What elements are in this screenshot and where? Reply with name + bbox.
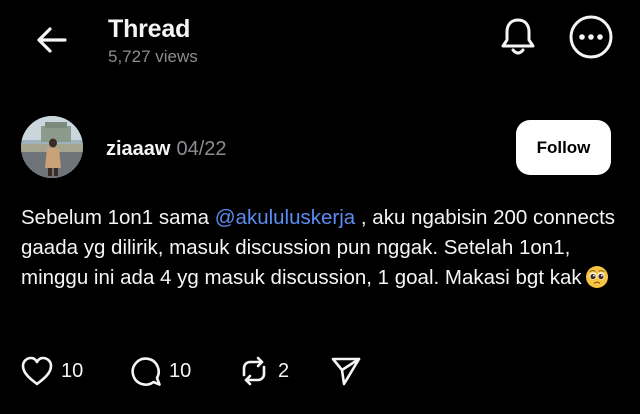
avatar[interactable]: [21, 116, 83, 178]
thread-screen: Thread 5,727 views ziaaaw 04/22 Follow S…: [0, 0, 640, 414]
view-count: 5,727 views: [108, 47, 198, 66]
username[interactable]: ziaaaw: [106, 138, 170, 160]
arrow-left-icon: [37, 27, 67, 53]
follow-button[interactable]: Follow: [516, 120, 611, 175]
post-text-part: Sebelum 1on1 sama: [21, 206, 215, 229]
share-button[interactable]: [330, 352, 362, 390]
post-actions: 10 10 2: [20, 352, 620, 390]
more-options-button[interactable]: [568, 14, 614, 60]
reply-button[interactable]: 10: [130, 352, 191, 390]
pleading-face-emoji: [585, 266, 608, 288]
ellipsis-circle-icon: [569, 15, 613, 59]
speech-bubble-icon: [131, 357, 161, 386]
page-title: Thread: [108, 15, 191, 43]
like-count: 10: [61, 359, 84, 382]
notifications-button[interactable]: [496, 14, 540, 58]
profile-photo-icon: [21, 116, 83, 178]
heart-icon: [21, 356, 53, 386]
back-button[interactable]: [30, 22, 74, 58]
repost-count: 2: [278, 359, 290, 382]
reply-count: 10: [169, 359, 192, 382]
post-text: Sebelum 1on1 sama @akululuskerja , aku n…: [21, 203, 621, 293]
bell-icon: [501, 18, 535, 55]
repost-button[interactable]: 2: [237, 352, 289, 390]
repost-icon: [242, 356, 266, 386]
send-icon: [331, 357, 361, 386]
post-date: 04/22: [176, 138, 227, 160]
mention-link[interactable]: @akululuskerja: [215, 206, 355, 229]
post-author: ziaaaw 04/22: [106, 137, 227, 161]
like-button[interactable]: 10: [20, 352, 83, 390]
